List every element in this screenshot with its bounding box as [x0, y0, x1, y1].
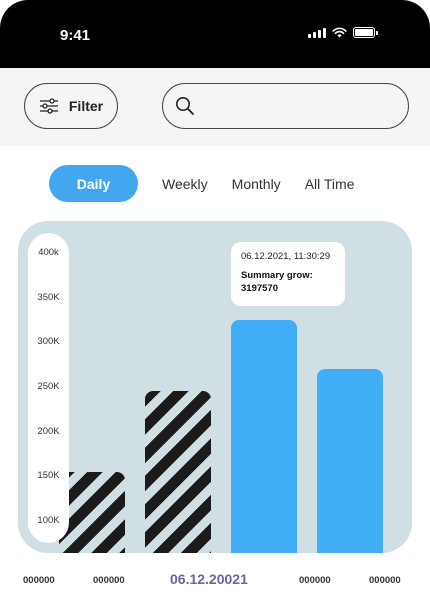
chart-bar[interactable] [145, 391, 211, 553]
y-axis: 400k 350K 300K 250K 200K 150K 100K [28, 233, 69, 543]
x-label-selected-date[interactable]: 06.12.20021 [170, 571, 248, 587]
x-label[interactable]: 000000 [369, 575, 401, 586]
search-icon [176, 97, 194, 115]
chart-bar[interactable] [231, 320, 297, 553]
tab-monthly[interactable]: Monthly [232, 176, 281, 192]
sliders-icon [39, 98, 58, 114]
cellular-signal-icon [308, 27, 326, 38]
x-axis-labels: 000000 000000 06.12.20021 000000 000000 [0, 571, 430, 591]
y-tick-label: 200K [37, 425, 60, 437]
x-label[interactable]: 000000 [299, 575, 331, 586]
tab-all-time[interactable]: All Time [305, 176, 355, 192]
chart-card: 400k 350K 300K 250K 200K 150K 100K [18, 221, 412, 553]
status-bar: 9:41 [0, 0, 430, 68]
y-tick-label: 350K [37, 291, 60, 303]
search-input[interactable] [203, 98, 393, 114]
tooltip-label: Summary grow: [241, 270, 313, 281]
tab-daily[interactable]: Daily [49, 165, 138, 202]
status-time: 9:41 [60, 27, 91, 44]
y-tick-label: 250K [37, 381, 60, 392]
y-tick-label: 150K [37, 470, 60, 482]
filter-label: Filter [68, 98, 104, 114]
chart-bars [18, 221, 412, 553]
y-tick-label: 100K [37, 515, 60, 526]
tooltip-date: 06.12.2021, 11:30:29 [241, 251, 331, 262]
tooltip-value: 3197570 [241, 282, 278, 294]
period-tabs: Daily Weekly Monthly All Time [49, 165, 378, 202]
chart-tooltip: 06.12.2021, 11:30:29 Summary grow: 31975… [231, 242, 345, 306]
y-tick-label: 400k [38, 247, 59, 258]
search-box[interactable] [162, 83, 409, 129]
x-label[interactable]: 000000 [23, 575, 55, 586]
x-label[interactable]: 000000 [93, 575, 125, 586]
toolbar: Filter [0, 68, 430, 146]
y-tick-label: 300K [37, 336, 60, 348]
filter-button[interactable]: Filter [24, 83, 118, 129]
chart-bar[interactable] [317, 369, 383, 553]
wifi-icon [332, 27, 347, 38]
battery-icon [353, 27, 378, 38]
status-icons [308, 27, 378, 38]
tab-weekly[interactable]: Weekly [162, 176, 208, 192]
